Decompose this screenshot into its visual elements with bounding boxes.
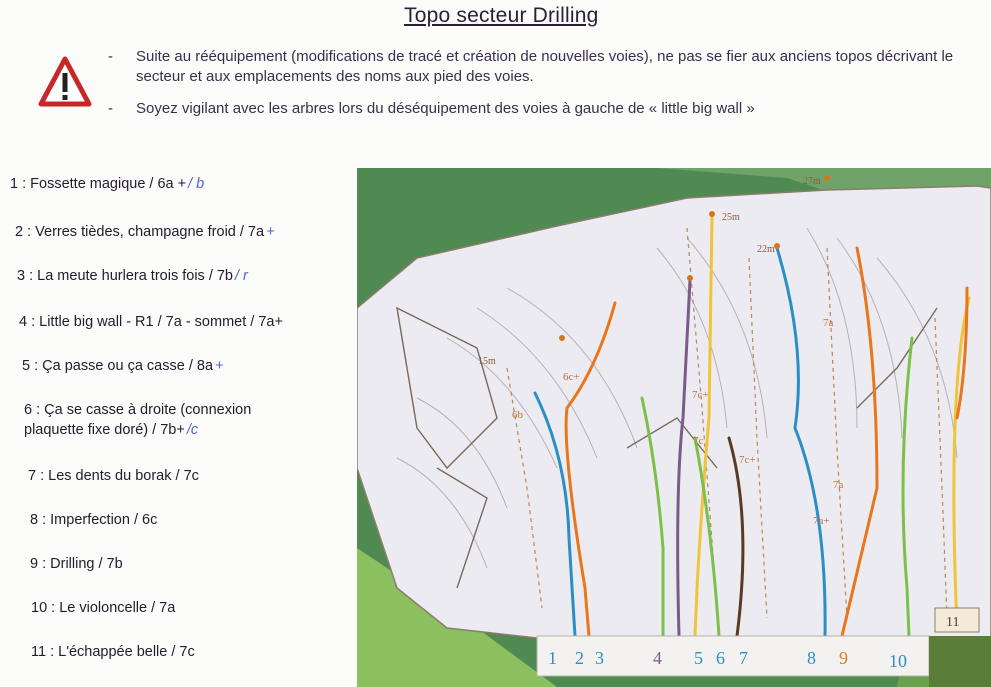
warning-note-1: - Suite au rééquipement (modifications d… <box>108 48 954 85</box>
grade-label: 7a <box>833 479 844 491</box>
topo-photo: 27m 25m 22m 15m 6c+ 6b 7c+ 7c 7c+ 7a 7a … <box>357 168 991 687</box>
list-item: 3 : La meute hurlera trois fois / 7b / r <box>17 268 248 284</box>
page-title: Topo secteur Drilling <box>404 4 599 27</box>
route-number-label: 11 <box>946 615 959 630</box>
warning-notes: - Suite au rééquipement (modifications d… <box>108 47 978 131</box>
height-label: 25m <box>722 212 740 223</box>
list-item: 5 : Ça passe ou ça casse / 8a + <box>22 358 224 374</box>
route-number-label: 8 <box>807 648 816 668</box>
list-item: 7 : Les dents du borak / 7c <box>28 468 199 484</box>
grade-label: 7c+ <box>692 389 709 401</box>
list-item: 11 : L'échappée belle / 7c <box>31 644 195 660</box>
list-item: 4 : Little big wall - R1 / 7a - sommet /… <box>19 314 283 330</box>
grade-label: 7a <box>823 317 834 329</box>
height-label: 27m <box>803 176 821 187</box>
route-number-label: 7 <box>739 648 748 668</box>
list-item: 6 : Ça se casse à droite (connexion plaq… <box>24 402 252 438</box>
list-item: 8 : Imperfection / 6c <box>30 512 158 528</box>
list-item: 2 : Verres tièdes, champagne froid / 7a + <box>15 224 275 240</box>
grade-label: 7c <box>693 435 704 447</box>
warning-triangle-icon <box>38 56 92 107</box>
grade-label: 6b <box>512 409 524 421</box>
route-number-label: 4 <box>653 648 662 668</box>
list-item: 9 : Drilling / 7b <box>30 556 123 572</box>
route-number-label: 9 <box>839 648 848 668</box>
height-label: 15m <box>478 356 496 367</box>
list-item: 10 : Le violoncelle / 7a <box>31 600 176 616</box>
route-number-label: 2 <box>575 648 584 668</box>
grade-label: 7c+ <box>739 454 756 466</box>
route-number-label: 5 <box>694 648 703 668</box>
route-number-label: 1 <box>548 648 557 668</box>
height-label: 22m <box>757 244 775 255</box>
grade-label: 6c+ <box>563 371 580 383</box>
route-number-label: 3 <box>595 648 604 668</box>
grade-label: 7a+ <box>813 515 830 527</box>
route-number-label: 10 <box>889 651 907 671</box>
warning-note-2: - Soyez vigilant avec les arbres lors du… <box>108 100 755 117</box>
route-number-label: 6 <box>716 648 725 668</box>
rock-face <box>357 185 991 639</box>
list-item: 1 : Fossette magique / 6a + / b <box>10 176 205 192</box>
